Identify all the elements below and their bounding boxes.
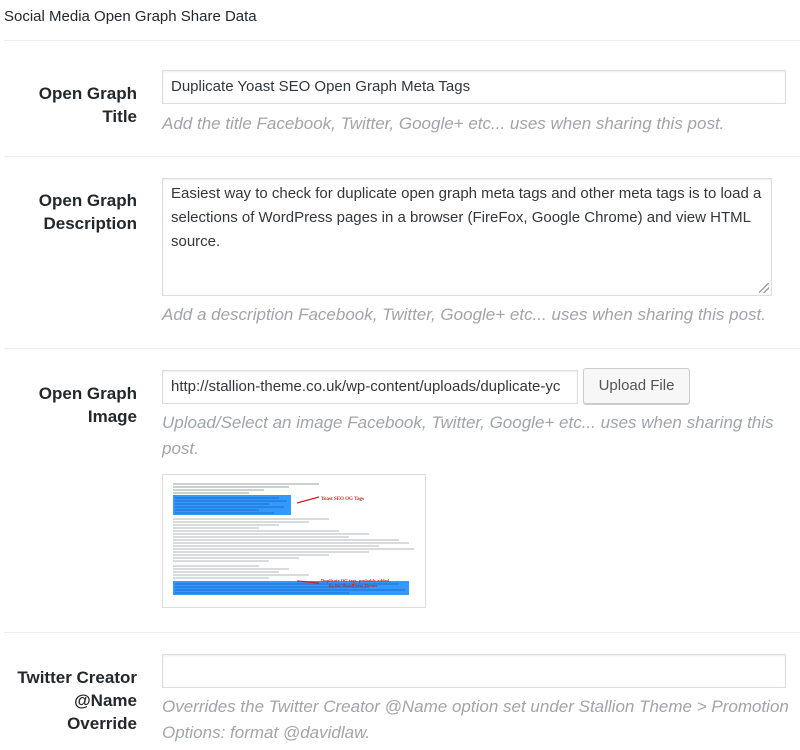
og-title-input[interactable]: Duplicate Yoast SEO Open Graph Meta Tags [162,70,786,104]
metabox-title: Social Media Open Graph Share Data [4,8,257,25]
twitter-creator-label-line1: Twitter Creator [17,668,137,687]
og-image-label: Open Graph Image [0,382,137,428]
og-description-description: Add a description Facebook, Twitter, Goo… [162,305,766,324]
og-description-text-line2: selections of WordPress pages in a brows… [171,209,751,226]
twitter-creator-description: Overrides the Twitter Creator @Name opti… [162,694,800,746]
og-image-label-line2: Image [87,407,137,426]
upload-file-button[interactable]: Upload File [583,368,690,404]
og-title-label-line1: Open Graph [38,84,137,103]
divider [4,348,800,349]
og-description-label-line1: Open Graph [38,191,137,210]
twitter-creator-label: Twitter Creator @Name Override [0,666,137,735]
preview-annotation-1: Yoast SEO OG Tags [321,497,364,502]
divider [4,156,800,157]
og-image-description-line2: post. [162,439,199,458]
preview-annotation-2-line2: by the WordPress Theme [329,583,377,588]
twitter-creator-label-line3: Override [67,714,137,733]
source-code-screenshot: Yoast SEO OG Tags Duplicate OG tags, pro… [169,481,419,601]
og-description-label: Open Graph Description [0,189,137,235]
divider [4,632,800,633]
og-title-description: Add the title Facebook, Twitter, Google+… [162,114,725,133]
og-description-text-line3: source. [171,233,221,250]
og-title-label-line2: Title [102,107,137,126]
twitter-creator-input[interactable] [162,654,786,688]
og-description-text-line1: Easiest way to check for duplicate open … [171,185,762,202]
resize-grip-icon[interactable] [759,283,769,293]
og-image-description-line1: Upload/Select an image Facebook, Twitter… [162,413,774,432]
twitter-creator-description-line2: Options: format @davidlaw. [162,723,371,742]
og-image-description: Upload/Select an image Facebook, Twitter… [162,410,782,462]
og-image-label-line1: Open Graph [38,384,137,403]
twitter-creator-description-line1: Overrides the Twitter Creator @Name opti… [162,697,789,716]
og-image-url-input[interactable]: http://stallion-theme.co.uk/wp-content/u… [162,370,578,404]
og-description-textarea[interactable]: Easiest way to check for duplicate open … [162,178,772,296]
og-image-preview: Yoast SEO OG Tags Duplicate OG tags, pro… [162,474,426,608]
twitter-creator-label-line2: @Name [74,691,137,710]
og-title-label: Open Graph Title [0,82,137,128]
og-description-label-line2: Description [43,214,137,233]
divider [4,40,800,41]
